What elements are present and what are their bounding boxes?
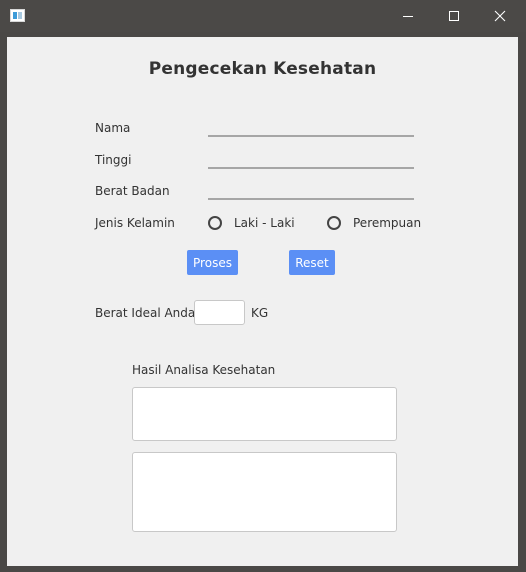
ideal-weight-label: Berat Ideal Anda	[95, 306, 196, 320]
weight-label: Berat Badan	[95, 184, 170, 198]
app-icon	[10, 9, 25, 22]
page-title: Pengecekan Kesehatan	[148, 59, 377, 79]
close-icon	[494, 10, 506, 22]
radio-male-label[interactable]: Laki - Laki	[234, 216, 295, 230]
minimize-button[interactable]	[385, 0, 431, 32]
name-label: Nama	[95, 121, 131, 135]
ideal-weight-field[interactable]	[194, 300, 245, 325]
name-input[interactable]	[208, 119, 414, 137]
title-bar[interactable]	[0, 0, 526, 32]
form-panel: Pengecekan Kesehatan Nama Tinggi Berat B…	[7, 37, 518, 566]
close-button[interactable]	[477, 0, 523, 32]
height-label: Tinggi	[95, 153, 132, 167]
minimize-icon	[403, 16, 413, 17]
weight-input[interactable]	[208, 182, 414, 200]
reset-button[interactable]: Reset	[289, 250, 335, 275]
gender-label: Jenis Kelamin	[95, 216, 175, 230]
maximize-icon	[449, 11, 459, 21]
analysis-textarea-1[interactable]	[132, 387, 397, 441]
radio-female[interactable]	[327, 216, 341, 230]
analysis-textarea-2[interactable]	[132, 452, 397, 532]
process-button[interactable]: Proses	[187, 250, 238, 275]
radio-female-label[interactable]: Perempuan	[353, 216, 421, 230]
radio-male[interactable]	[208, 216, 222, 230]
analysis-label: Hasil Analisa Kesehatan	[132, 363, 276, 377]
ideal-weight-unit: KG	[251, 306, 269, 320]
maximize-button[interactable]	[431, 0, 477, 32]
app-window: Pengecekan Kesehatan Nama Tinggi Berat B…	[0, 0, 526, 572]
height-input[interactable]	[208, 151, 414, 169]
